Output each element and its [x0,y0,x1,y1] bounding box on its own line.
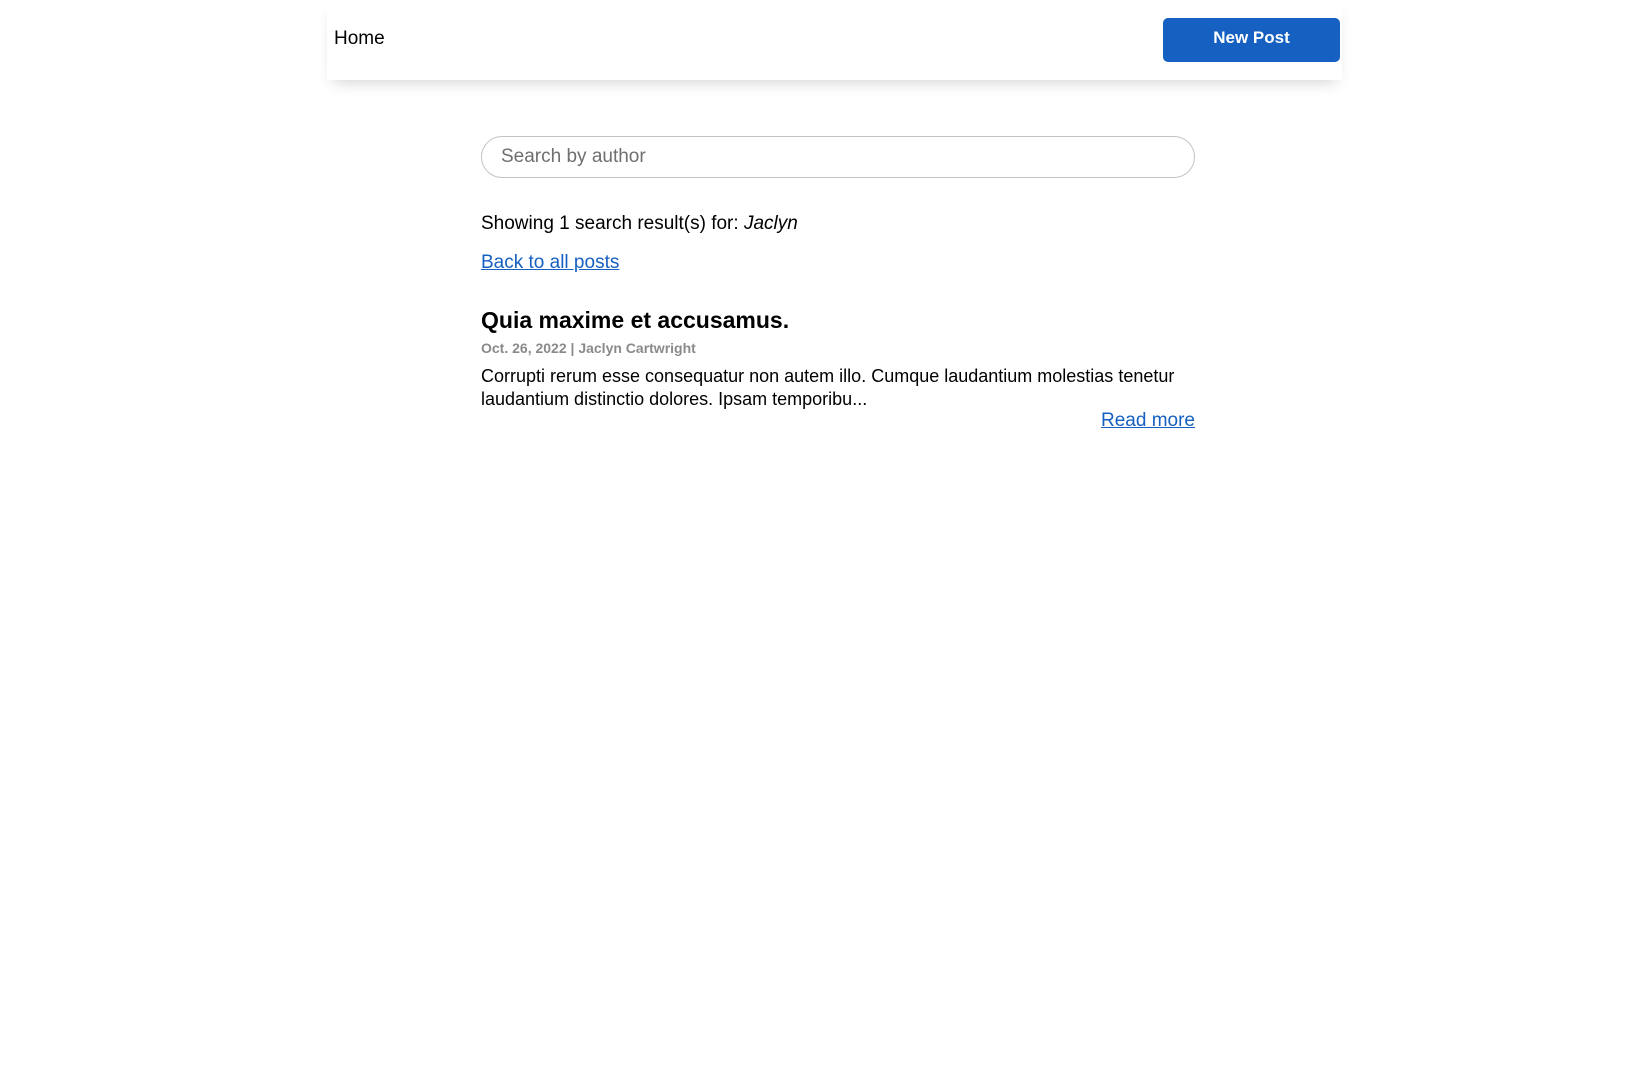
results-summary-prefix: Showing 1 search result(s) for: [481,213,744,234]
top-nav-bar: Home New Post [327,0,1342,80]
post-date: Oct. 26, 2022 [481,340,567,356]
post-list-item: Quia maxime et accusamus. Oct. 26, 2022 … [481,306,1195,433]
home-link[interactable]: Home [334,27,385,51]
new-post-button[interactable]: New Post [1163,18,1340,62]
post-meta: Oct. 26, 2022 | Jaclyn Cartwright [481,340,1195,357]
search-by-author-input[interactable] [481,136,1195,178]
main-content: Showing 1 search result(s) for: Jaclyn B… [481,136,1195,433]
read-more-link[interactable]: Read more [1101,410,1195,431]
post-title: Quia maxime et accusamus. [481,307,790,333]
post-meta-separator: | [566,340,579,356]
search-query-text: Jaclyn [743,213,798,234]
search-results-summary: Showing 1 search result(s) for: Jaclyn [481,212,1195,236]
back-to-all-posts-link[interactable]: Back to all posts [481,251,619,275]
post-excerpt: Corrupti rerum esse consequatur non aute… [481,366,1175,409]
post-author: Jaclyn Cartwright [578,340,696,356]
read-more-row: Read more [481,409,1195,433]
